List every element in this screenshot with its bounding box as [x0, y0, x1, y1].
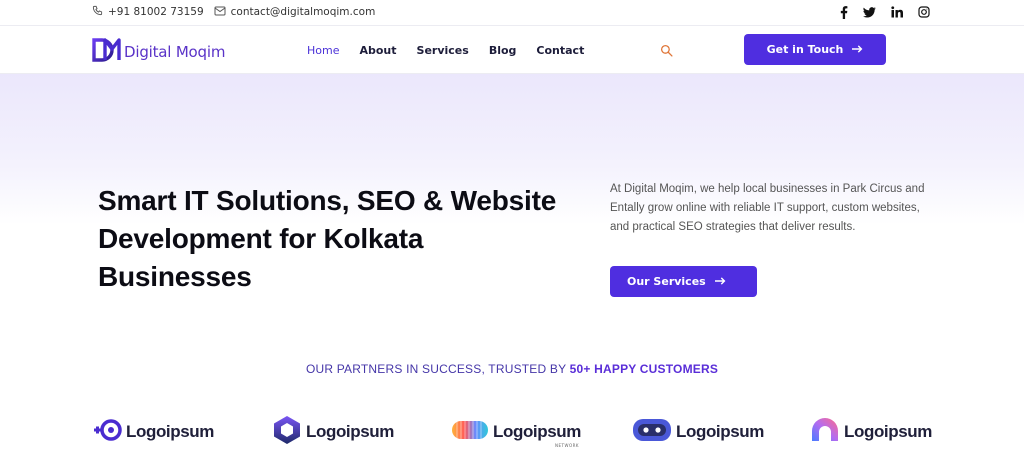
twitter-icon[interactable] — [863, 6, 876, 18]
hero-title: Smart IT Solutions, SEO & Website Develo… — [98, 185, 557, 292]
partner-logo-name: Logoipsum — [306, 422, 394, 441]
partners-heading-highlight: 50+ HAPPY CUSTOMERS — [569, 362, 719, 376]
nav-blog[interactable]: Blog — [489, 44, 517, 57]
partner-logo-3: Logoipsum NETWORK — [451, 414, 581, 450]
phone-link[interactable]: +91 81002 73159 — [92, 5, 204, 19]
nav-services[interactable]: Services — [417, 44, 469, 57]
arrow-right-icon — [714, 275, 726, 288]
contact-info: +91 81002 73159 contact@digitalmoqim.com — [92, 0, 375, 24]
search-icon[interactable] — [660, 42, 673, 61]
site-logo[interactable]: Digital Moqim — [92, 37, 225, 67]
partner-logo-5: Logoipsum — [810, 414, 932, 450]
logo-mark-icon — [92, 37, 122, 67]
instagram-icon[interactable] — [918, 6, 930, 18]
phone-icon — [92, 5, 103, 19]
partners-heading: OUR PARTNERS IN SUCCESS, TRUSTED BY 50+ … — [0, 362, 1024, 376]
partner-logo-name: Logoipsum — [493, 422, 581, 441]
partner-logo-4: Logoipsum — [632, 414, 764, 450]
nav-home[interactable]: Home — [307, 44, 339, 57]
hero-description: At Digital Moqim, we help local business… — [610, 183, 925, 233]
social-links — [840, 0, 930, 24]
arrow-right-icon — [852, 43, 863, 56]
site-header: Digital Moqim Home About Services Blog C… — [0, 27, 1024, 74]
partner-logo-name: Logoipsum — [676, 422, 764, 441]
partner-logo-1: Logoipsum — [92, 414, 214, 450]
nav-contact[interactable]: Contact — [536, 44, 584, 57]
main-nav: Home About Services Blog Contact — [307, 27, 584, 73]
facebook-icon[interactable] — [840, 5, 848, 19]
our-services-label: Our Services — [627, 275, 706, 288]
partner-logo-name: Logoipsum — [844, 422, 932, 441]
our-services-button[interactable]: Our Services — [610, 266, 757, 297]
partner-mark-icon — [272, 415, 302, 449]
logo-text: Digital Moqim — [124, 43, 226, 61]
get-in-touch-button[interactable]: Get in Touch — [744, 34, 886, 65]
partner-logo-name: Logoipsum — [126, 422, 214, 441]
partner-mark-icon — [451, 419, 489, 445]
email-link[interactable]: contact@digitalmoqim.com — [214, 6, 376, 19]
partner-logo-sub: NETWORK — [555, 443, 579, 448]
email-address: contact@digitalmoqim.com — [230, 6, 376, 18]
linkedin-icon[interactable] — [891, 6, 903, 18]
nav-about[interactable]: About — [359, 44, 396, 57]
get-in-touch-label: Get in Touch — [766, 43, 844, 56]
partner-mark-icon — [632, 417, 672, 447]
hero-section: Smart IT Solutions, SEO & Website Develo… — [0, 74, 1024, 334]
top-bar: +91 81002 73159 contact@digitalmoqim.com — [0, 0, 1024, 26]
phone-number: +91 81002 73159 — [108, 6, 204, 18]
partners-heading-text: OUR PARTNERS IN SUCCESS, TRUSTED BY — [305, 362, 570, 376]
partner-logo-2: Logoipsum — [272, 414, 394, 450]
partner-mark-icon — [92, 419, 122, 445]
mail-icon — [214, 6, 226, 19]
partner-mark-icon — [810, 417, 840, 447]
partner-logos: Logoipsum Logoipsum Logoipsum NETWORK Lo… — [0, 414, 1024, 450]
